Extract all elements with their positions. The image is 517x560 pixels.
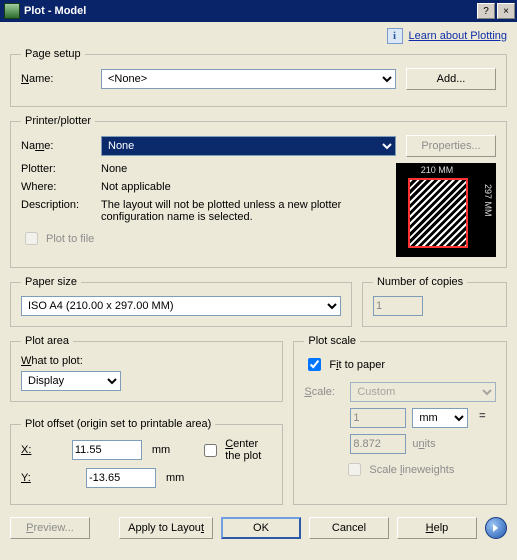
apply-to-layout-button[interactable]: Apply to Layout [119, 517, 213, 539]
copies-legend: Number of copies [373, 276, 467, 288]
scale-denominator-input [350, 434, 406, 454]
close-button[interactable]: × [497, 3, 515, 19]
offset-y-unit: mm [166, 472, 184, 484]
fit-to-paper-checkbox[interactable] [308, 358, 321, 371]
properties-button[interactable]: Properties... [406, 135, 496, 157]
printer-plotter-legend: Printer/plotter [21, 115, 95, 127]
page-setup-group: Page setup Name: <None> Add... [10, 48, 507, 107]
offset-y-label: Y: [21, 472, 76, 484]
plotter-value: None [101, 163, 127, 175]
paper-preview-width: 210 MM [397, 165, 477, 175]
center-plot-label: Center the plot [225, 438, 272, 462]
printer-name-label: Name: [21, 140, 91, 152]
cancel-button[interactable]: Cancel [309, 517, 389, 539]
copies-group: Number of copies [362, 276, 507, 327]
where-label: Where: [21, 181, 91, 193]
plot-offset-group: Plot offset (origin set to printable are… [10, 418, 283, 505]
offset-y-input[interactable] [86, 468, 156, 488]
description-label: Description: [21, 199, 91, 211]
learn-about-plotting-link[interactable]: Learn about Plotting [409, 30, 507, 42]
plot-scale-legend: Plot scale [304, 335, 360, 347]
plot-area-group: Plot area What to plot: Display [10, 335, 283, 402]
plot-to-file-label: Plot to file [46, 233, 94, 245]
scale-drawing-unit: units [412, 438, 435, 450]
scale-unit-select[interactable]: mm [412, 408, 468, 428]
ok-button[interactable]: OK [221, 517, 301, 539]
title-bar: Plot - Model ? × [0, 0, 517, 22]
app-icon [4, 3, 20, 19]
add-button[interactable]: Add... [406, 68, 496, 90]
offset-x-unit: mm [152, 444, 170, 456]
paper-size-group: Paper size ISO A4 (210.00 x 297.00 MM) [10, 276, 352, 327]
scale-select: Custom [350, 382, 496, 402]
copies-input [373, 296, 423, 316]
printer-plotter-group: Printer/plotter Name: None Properties...… [10, 115, 507, 268]
description-value: The layout will not be plotted unless a … [101, 199, 386, 223]
plot-scale-group: Plot scale Fit to paper Scale: Custom mm… [293, 335, 507, 505]
help-button[interactable]: Help [397, 517, 477, 539]
plotter-label: Plotter: [21, 163, 91, 175]
paper-preview: 210 MM 297 MM [396, 163, 496, 257]
scale-label: Scale: [304, 386, 344, 398]
paper-preview-sheet [408, 178, 468, 248]
equals-icon: = [474, 410, 490, 426]
plot-area-legend: Plot area [21, 335, 73, 347]
page-setup-legend: Page setup [21, 48, 85, 60]
what-to-plot-label: What to plot: [21, 355, 272, 367]
where-value: Not applicable [101, 181, 171, 193]
page-setup-name-select[interactable]: <None> [101, 69, 396, 89]
page-setup-name-label: Name: [21, 73, 91, 85]
scale-numerator-input [350, 408, 406, 428]
scale-lineweights-checkbox [348, 463, 361, 476]
paper-size-select[interactable]: ISO A4 (210.00 x 297.00 MM) [21, 296, 341, 316]
offset-x-label: X: [21, 444, 62, 456]
paper-size-legend: Paper size [21, 276, 81, 288]
info-icon: i [387, 28, 403, 44]
chevron-right-icon [491, 523, 501, 533]
center-plot-checkbox[interactable] [204, 444, 217, 457]
printer-name-select[interactable]: None [101, 136, 396, 156]
what-to-plot-select[interactable]: Display [21, 371, 121, 391]
paper-preview-height: 297 MM [483, 184, 493, 217]
expand-button[interactable] [485, 517, 507, 539]
scale-lineweights-label: Scale lineweights [369, 464, 454, 476]
offset-x-input[interactable] [72, 440, 142, 460]
plot-to-file-checkbox [25, 232, 38, 245]
preview-button[interactable]: Preview... [10, 517, 90, 539]
fit-to-paper-label: Fit to paper [329, 359, 385, 371]
plot-offset-legend: Plot offset (origin set to printable are… [21, 418, 215, 430]
context-help-button[interactable]: ? [477, 3, 495, 19]
window-title: Plot - Model [24, 5, 475, 17]
